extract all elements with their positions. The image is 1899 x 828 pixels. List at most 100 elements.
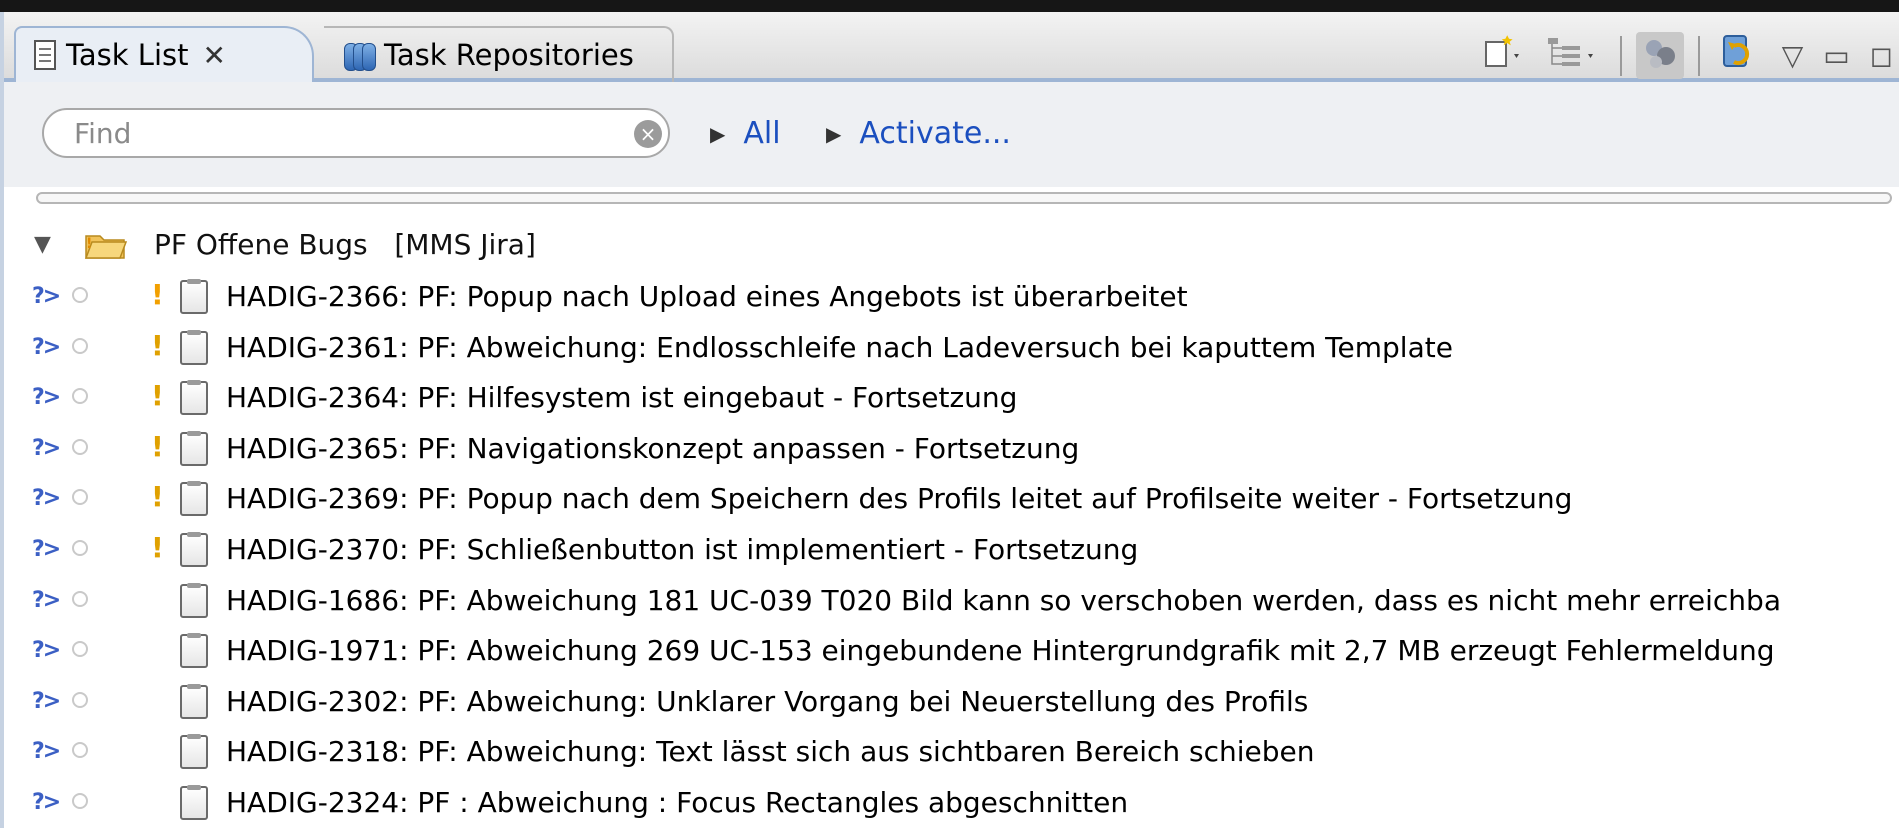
view-menu-button[interactable]: ▽ xyxy=(1776,39,1810,72)
tab-task-repositories[interactable]: Task Repositories xyxy=(324,26,674,82)
priority-icon: ! xyxy=(151,328,164,362)
activate-task-toggle[interactable] xyxy=(72,337,88,354)
task-row[interactable]: ?> HADIG-1971: PF: Abweichung 269 UC-153 … xyxy=(4,626,1899,676)
tab-task-repositories-label: Task Repositories xyxy=(384,38,634,72)
activate-task-toggle[interactable] xyxy=(72,388,88,405)
incoming-changes-icon: ?> xyxy=(32,537,61,562)
incoming-changes-icon: ?> xyxy=(32,739,61,765)
incoming-changes-icon: ?> xyxy=(32,385,61,411)
task-row[interactable]: ?>! HADIG-2365: PF: Navigationskonzept an… xyxy=(4,424,1899,474)
presentation-button[interactable] xyxy=(1540,34,1606,77)
task-clipboard-icon xyxy=(180,683,208,719)
activate-task-toggle[interactable] xyxy=(72,641,88,658)
category-label: PF Offene Bugs [MMS Jira] xyxy=(154,228,536,261)
task-row[interactable]: ?> HADIG-2318: PF: Abweichung: Text lässt… xyxy=(4,727,1899,777)
task-title: HADIG-2364: PF: Hilfesystem ist eingebau… xyxy=(226,381,1018,415)
task-row[interactable]: ?> HADIG-2324: PF : Abweichung : Focus Re… xyxy=(4,778,1899,828)
task-row[interactable]: ?> HADIG-2302: PF: Abweichung: Unklarer V… xyxy=(4,677,1899,727)
task-title: HADIG-2366: PF: Popup nach Upload eines … xyxy=(226,280,1188,313)
incoming-changes-icon: ?> xyxy=(32,435,61,461)
task-row[interactable]: ?>! HADIG-2364: PF: Hilfesystem ist einge… xyxy=(4,373,1899,423)
priority-icon: ! xyxy=(151,531,164,564)
priority-icon: ! xyxy=(151,429,164,463)
tab-task-list-label: Task List xyxy=(66,38,189,72)
task-clipboard-icon xyxy=(180,279,208,314)
synchronize-button[interactable] xyxy=(1714,32,1768,79)
category-repository: [MMS Jira] xyxy=(394,228,536,261)
task-title: HADIG-2302: PF: Abweichung: Unklarer Vor… xyxy=(226,684,1309,718)
incoming-changes-icon: ?> xyxy=(32,688,61,714)
incoming-changes-icon: ?> xyxy=(32,284,61,309)
close-tab-icon[interactable]: ✕ xyxy=(203,39,226,72)
maximize-button[interactable]: ◻ xyxy=(1864,39,1899,72)
activate-task-toggle[interactable] xyxy=(72,287,88,303)
task-clipboard-icon xyxy=(180,380,208,416)
priority-icon: ! xyxy=(151,278,164,311)
activate-task-toggle[interactable] xyxy=(72,489,88,506)
category-name: PF Offene Bugs xyxy=(154,228,368,261)
task-clipboard-icon xyxy=(180,430,208,466)
activate-task-toggle[interactable] xyxy=(72,793,88,809)
task-title: HADIG-1686: PF: Abweichung 181 UC-039 T0… xyxy=(226,583,1781,617)
activate-link[interactable]: ▶ Activate... xyxy=(826,116,1011,151)
task-clipboard-icon xyxy=(180,734,208,770)
task-clipboard-icon xyxy=(180,785,208,820)
expand-icon[interactable]: ▼ xyxy=(34,232,51,257)
filter-bar: × ▶ All ▶ Activate... xyxy=(4,82,1899,204)
show-all-label: All xyxy=(743,116,781,151)
task-title: HADIG-2318: PF: Abweichung: Text lässt s… xyxy=(226,735,1315,769)
task-row[interactable]: ?>! HADIG-2369: PF: Popup nach dem Speich… xyxy=(4,474,1899,524)
task-repositories-icon xyxy=(342,39,376,71)
incoming-changes-icon: ?> xyxy=(32,587,61,613)
view-tab-bar: Task List ✕ Task Repositories ▽ ▭ ◻ xyxy=(4,12,1899,82)
task-row[interactable]: ?>! HADIG-2366: PF: Popup nach Upload ein… xyxy=(4,272,1899,322)
new-task-button[interactable] xyxy=(1476,34,1532,77)
task-title: HADIG-2369: PF: Popup nach dem Speichern… xyxy=(226,482,1573,516)
task-title: HADIG-2361: PF: Abweichung: Endlosschlei… xyxy=(226,330,1453,364)
triangle-right-icon: ▶ xyxy=(710,121,726,146)
task-clipboard-icon xyxy=(180,633,208,669)
task-row[interactable]: ?>! HADIG-2361: PF: Abweichung: Endlossch… xyxy=(4,323,1899,373)
toolbar-separator xyxy=(1697,35,1700,76)
show-all-link[interactable]: ▶ All xyxy=(710,116,781,151)
hierarchy-icon xyxy=(1547,38,1593,66)
task-row[interactable]: ?> HADIG-1686: PF: Abweichung 181 UC-039 … xyxy=(4,576,1899,626)
task-list-view: Task List ✕ Task Repositories ▽ ▭ ◻ Find… xyxy=(0,12,1899,828)
task-list-icon xyxy=(34,40,56,70)
minimize-button[interactable]: ▭ xyxy=(1817,39,1855,72)
tab-task-list[interactable]: Task List ✕ xyxy=(14,26,314,82)
task-title: HADIG-1971: PF: Abweichung 269 UC-153 ei… xyxy=(226,634,1775,668)
activate-task-toggle[interactable] xyxy=(72,590,88,607)
view-toolbar: ▽ ▭ ◻ xyxy=(1476,32,1899,79)
task-clipboard-icon xyxy=(180,481,208,517)
activate-task-toggle[interactable] xyxy=(72,742,88,759)
task-progress-bar xyxy=(36,192,1892,204)
focus-icon xyxy=(1645,40,1675,68)
task-clipboard-icon xyxy=(180,329,208,365)
clear-icon[interactable]: × xyxy=(634,120,662,148)
activate-task-toggle[interactable] xyxy=(72,438,88,455)
activate-task-toggle[interactable] xyxy=(72,691,88,708)
triangle-right-icon: ▶ xyxy=(826,121,842,146)
query-folder-icon: ! xyxy=(84,235,128,259)
task-row[interactable]: ?>! HADIG-2370: PF: Schließenbutton ist i… xyxy=(4,525,1899,575)
new-task-icon xyxy=(1484,35,1519,67)
toolbar-separator xyxy=(1619,35,1622,76)
task-clipboard-icon xyxy=(180,582,208,618)
activate-label: Activate... xyxy=(859,116,1011,151)
synchronize-icon xyxy=(1722,35,1749,67)
task-title: HADIG-2370: PF: Schließenbutton ist impl… xyxy=(226,533,1139,566)
incoming-changes-icon: ?> xyxy=(32,334,61,360)
find-input[interactable] xyxy=(42,108,670,158)
priority-icon: ! xyxy=(151,480,164,514)
activate-task-toggle[interactable] xyxy=(72,540,88,556)
task-clipboard-icon xyxy=(180,532,208,567)
incoming-changes-icon: ?> xyxy=(32,790,61,815)
incoming-changes-icon: ?> xyxy=(32,486,61,512)
incoming-changes-icon: ?> xyxy=(32,638,61,664)
priority-icon: ! xyxy=(151,379,164,413)
svg-text:!: ! xyxy=(86,236,92,252)
focus-on-workweek-button[interactable] xyxy=(1635,32,1684,79)
task-title: HADIG-2324: PF : Abweichung : Focus Rect… xyxy=(226,786,1129,819)
task-title: HADIG-2365: PF: Navigationskonzept anpas… xyxy=(226,431,1080,465)
